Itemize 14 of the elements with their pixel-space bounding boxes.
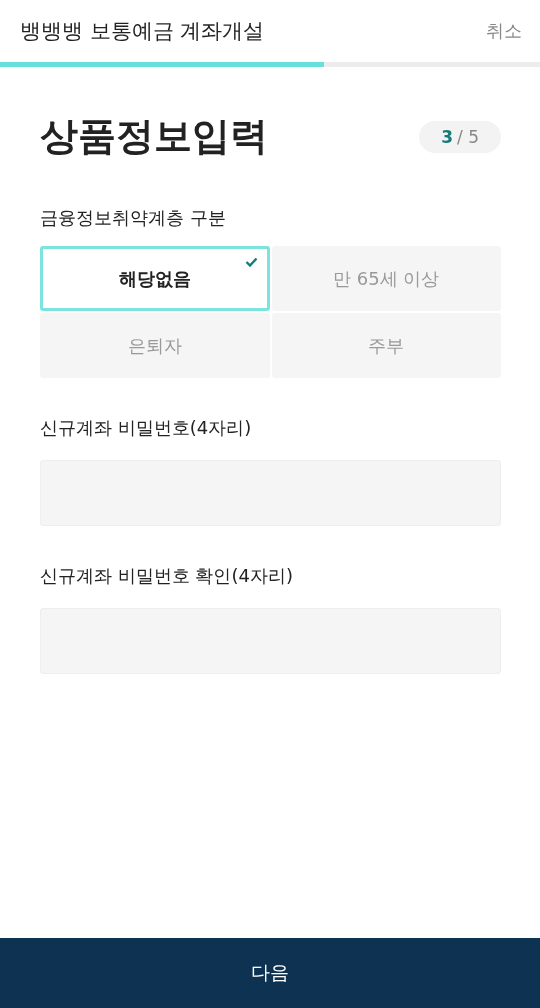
- step-total: / 5: [457, 126, 479, 147]
- page-heading: 상품정보입력: [40, 113, 268, 160]
- field-label: 금융정보취약계층 구분: [40, 206, 227, 230]
- screen-title: 뱅뱅뱅 보통예금 계좌개설: [20, 18, 265, 45]
- field-label: 신규계좌 비밀번호(4자리): [40, 416, 253, 440]
- cancel-button[interactable]: 취소: [486, 19, 522, 43]
- option-button[interactable]: 은퇴자: [40, 313, 270, 378]
- field-label: 신규계좌 비밀번호 확인(4자리): [40, 564, 294, 588]
- next-button[interactable]: 다음: [0, 938, 540, 1008]
- option-button[interactable]: 만 65세 이상: [271, 246, 501, 311]
- option-button[interactable]: 주부: [271, 313, 501, 378]
- check-icon: [244, 257, 258, 267]
- option-button[interactable]: 해당없음: [40, 246, 270, 311]
- current-step: 3: [441, 126, 454, 147]
